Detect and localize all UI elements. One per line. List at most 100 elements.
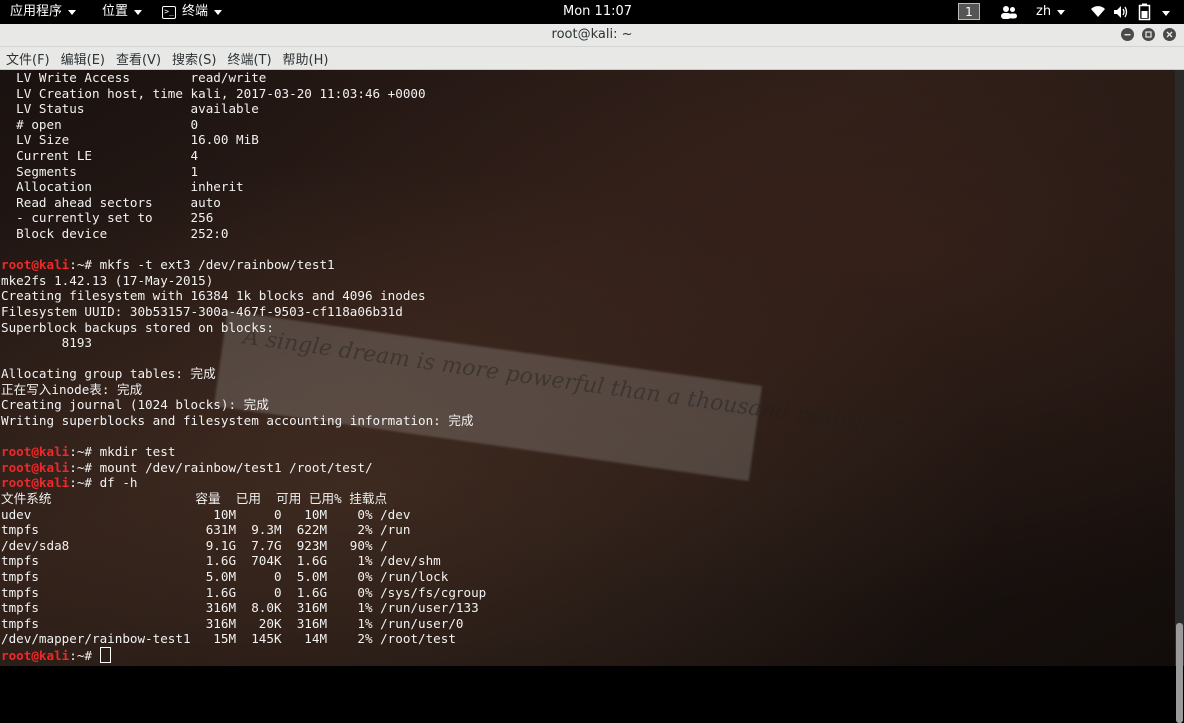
prompt-user: root@kali xyxy=(1,475,70,491)
line-text: # open 0 xyxy=(1,116,199,132)
workspace-indicator[interactable]: 1 xyxy=(958,3,980,20)
menu-edit[interactable]: 编辑(E) xyxy=(61,49,105,68)
terminal-line: Segments 1 xyxy=(1,164,486,180)
menu-view[interactable]: 查看(V) xyxy=(116,49,161,68)
line-text: Writing superblocks and filesystem accou… xyxy=(1,413,474,429)
system-menu-chevron-icon[interactable] xyxy=(1162,11,1170,16)
terminal-prompt-line: root@kali:~# df -h xyxy=(1,475,486,491)
menu-terminal[interactable]: 终端(T) xyxy=(227,49,271,68)
line-text: tmpfs 1.6G 704K 1.6G 1% /dev/shm xyxy=(1,553,441,569)
terminal-line: Allocation inherit xyxy=(1,179,486,195)
close-button[interactable] xyxy=(1163,28,1176,41)
terminal-line: - currently set to 256 xyxy=(1,210,486,226)
line-text: Superblock backups stored on blocks: xyxy=(1,319,274,335)
applications-menu[interactable]: 应用程序 xyxy=(10,0,77,24)
clock-label: Mon 11:07 xyxy=(563,4,633,19)
line-text: tmpfs 1.6G 0 1.6G 0% /sys/fs/cgroup xyxy=(1,584,487,600)
window-titlebar[interactable]: root@kali: ~ xyxy=(0,24,1184,47)
terminal-line: LV Status available xyxy=(1,101,486,117)
prompt-path: :~# xyxy=(69,444,92,460)
input-method-menu[interactable]: zh xyxy=(1036,0,1066,24)
volume-icon[interactable] xyxy=(1113,5,1129,19)
terminal-icon: >_ xyxy=(162,5,176,19)
terminal-line: Creating filesystem with 16384 1k blocks… xyxy=(1,288,486,304)
line-text: - currently set to 256 xyxy=(1,210,214,226)
chevron-down-icon xyxy=(68,10,77,15)
terminal-line: tmpfs 5.0M 0 5.0M 0% /run/lock xyxy=(1,569,486,585)
chevron-down-icon xyxy=(1057,10,1066,15)
line-text: mke2fs 1.42.13 (17-May-2015) xyxy=(1,272,214,288)
chevron-down-icon xyxy=(134,10,143,15)
battery-icon[interactable] xyxy=(1138,3,1152,21)
line-text: Block device 252:0 xyxy=(1,225,229,241)
menu-bar: 文件(F) 编辑(E) 查看(V) 搜索(S) 终端(T) 帮助(H) xyxy=(0,47,1184,70)
line-text: 文件系统 容量 已用 可用 已用% 挂载点 xyxy=(1,491,388,507)
prompt-user: root@kali xyxy=(1,647,70,663)
prompt-path: :~# xyxy=(69,459,92,475)
users-icon[interactable] xyxy=(1000,4,1018,20)
prompt-user: root@kali xyxy=(1,444,70,460)
minimize-icon xyxy=(1124,34,1131,36)
prompt-path: :~# xyxy=(69,257,92,273)
terminal-line: Read ahead sectors auto xyxy=(1,195,486,211)
places-menu[interactable]: 位置 xyxy=(102,0,143,24)
line-text: LV Write Access read/write xyxy=(1,70,267,85)
terminal-scrollbar[interactable] xyxy=(1175,70,1184,723)
line-text: Filesystem UUID: 30b53157-300a-467f-9503… xyxy=(1,303,403,319)
terminal-line: tmpfs 316M 20K 316M 1% /run/user/0 xyxy=(1,616,486,632)
line-text: LV Size 16.00 MiB xyxy=(1,132,259,148)
line-text: Allocating group tables: 完成 xyxy=(1,366,216,382)
terminal-line: Superblock backups stored on blocks: xyxy=(1,320,486,336)
menu-file[interactable]: 文件(F) xyxy=(6,49,50,68)
line-text: 正在写入inode表: 完成 xyxy=(1,381,143,397)
clock[interactable]: Mon 11:07 xyxy=(563,0,632,24)
places-menu-label: 位置 xyxy=(102,4,129,19)
terminal-line: tmpfs 1.6G 0 1.6G 0% /sys/fs/cgroup xyxy=(1,585,486,601)
line-text xyxy=(92,648,100,663)
terminal-app-menu[interactable]: >_ 终端 xyxy=(162,0,223,24)
terminal-line: tmpfs 631M 9.3M 622M 2% /run xyxy=(1,522,486,538)
terminal-line: # open 0 xyxy=(1,117,486,133)
terminal-prompt-line: root@kali:~# mkfs -t ext3 /dev/rainbow/t… xyxy=(1,257,486,273)
line-text: LV Status available xyxy=(1,101,259,117)
terminal-line: Block device 252:0 xyxy=(1,226,486,242)
line-text: mkfs -t ext3 /dev/rainbow/test1 xyxy=(92,257,335,273)
line-text: Creating filesystem with 16384 1k blocks… xyxy=(1,288,426,304)
scrollbar-thumb[interactable] xyxy=(1176,623,1183,723)
line-text: Segments 1 xyxy=(1,163,199,179)
terminal-line: mke2fs 1.42.13 (17-May-2015) xyxy=(1,273,486,289)
terminal-line: LV Size 16.00 MiB xyxy=(1,132,486,148)
top-panel: 应用程序 位置 >_ 终端 Mon 11:07 1 zh xyxy=(0,0,1184,24)
terminal-line: tmpfs 316M 8.0K 316M 1% /run/user/133 xyxy=(1,600,486,616)
text-cursor xyxy=(99,646,111,663)
line-text: 8193 xyxy=(1,335,92,351)
line-text: df -h xyxy=(92,475,138,491)
terminal-line: LV Creation host, time kali, 2017-03-20 … xyxy=(1,86,486,102)
terminal-line: Filesystem UUID: 30b53157-300a-467f-9503… xyxy=(1,304,486,320)
menu-help[interactable]: 帮助(H) xyxy=(283,49,329,68)
terminal-output[interactable]: "A single dream is more powerful than a … xyxy=(0,70,1184,666)
maximize-button[interactable] xyxy=(1142,28,1155,41)
line-text: tmpfs 316M 20K 316M 1% /run/user/0 xyxy=(1,615,464,631)
terminal-prompt-line: root@kali:~# mkdir test xyxy=(1,444,486,460)
minimize-button[interactable] xyxy=(1121,28,1134,41)
terminal-line: Current LE 4 xyxy=(1,148,486,164)
wifi-icon[interactable] xyxy=(1090,5,1106,18)
line-text: tmpfs 5.0M 0 5.0M 0% /run/lock xyxy=(1,569,449,584)
terminal-line: /dev/mapper/rainbow-test1 15M 145K 14M 2… xyxy=(1,631,486,647)
line-text: mount /dev/rainbow/test1 /root/test/ xyxy=(92,459,373,475)
line-text: Creating journal (1024 blocks): 完成 xyxy=(1,397,269,413)
menu-search[interactable]: 搜索(S) xyxy=(172,49,216,68)
terminal-line: Writing superblocks and filesystem accou… xyxy=(1,413,486,429)
line-text: Current LE 4 xyxy=(1,147,199,163)
maximize-icon xyxy=(1145,31,1152,38)
line-text: /dev/mapper/rainbow-test1 15M 145K 14M 2… xyxy=(1,631,456,647)
terminal-line: Allocating group tables: 完成 xyxy=(1,366,486,382)
terminal-line: /dev/sda8 9.1G 7.7G 923M 90% / xyxy=(1,538,486,554)
terminal-line: tmpfs 1.6G 704K 1.6G 1% /dev/shm xyxy=(1,553,486,569)
line-text: LV Creation host, time kali, 2017-03-20 … xyxy=(1,85,426,101)
terminal-line: 文件系统 容量 已用 可用 已用% 挂载点 xyxy=(1,491,486,507)
line-text: udev 10M 0 10M 0% /dev xyxy=(1,506,411,522)
line-text: tmpfs 631M 9.3M 622M 2% /run xyxy=(1,522,411,538)
line-text: tmpfs 316M 8.0K 316M 1% /run/user/133 xyxy=(1,600,479,616)
